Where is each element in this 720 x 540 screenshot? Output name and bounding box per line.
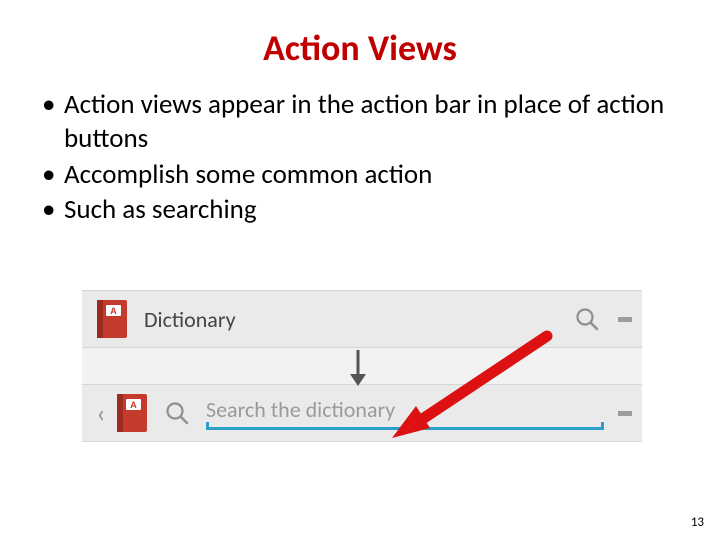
slide-title: Action Views — [36, 26, 684, 70]
action-bar-figure: A Dictionary ‹ A — [82, 290, 642, 442]
bullet-item: Such as searching — [42, 193, 684, 227]
app-icon-letter: A — [110, 306, 117, 316]
overflow-menu-icon[interactable] — [618, 396, 632, 430]
search-input[interactable]: Search the dictionary — [206, 396, 604, 430]
bullet-item: Action views appear in the action bar in… — [42, 88, 684, 156]
down-arrow-icon — [342, 348, 374, 393]
overflow-menu-icon[interactable] — [618, 302, 632, 336]
back-chevron-icon[interactable]: ‹ — [92, 397, 110, 429]
search-icon[interactable] — [570, 302, 604, 336]
page-number: 13 — [691, 515, 704, 530]
app-icon: A — [92, 297, 134, 341]
search-icon[interactable] — [160, 396, 194, 430]
bullet-list: Action views appear in the action bar in… — [42, 88, 684, 227]
action-bar-collapsed: A Dictionary — [82, 290, 642, 348]
bullet-item: Accomplish some common action — [42, 158, 684, 192]
app-icon: A — [112, 391, 154, 435]
search-placeholder: Search the dictionary — [206, 396, 604, 425]
app-icon-letter: A — [130, 400, 137, 410]
search-underline — [206, 427, 604, 430]
app-title-label: Dictionary — [144, 306, 570, 333]
slide: Action Views Action views appear in the … — [0, 0, 720, 540]
